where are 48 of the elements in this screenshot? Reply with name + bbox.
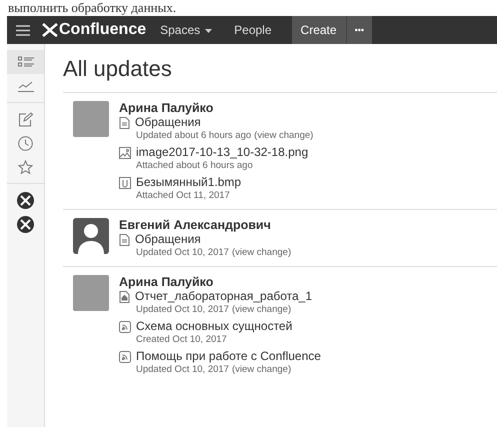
photo-placeholder bbox=[73, 101, 109, 137]
update-meta-text: Attached Oct 11, 2017 bbox=[136, 190, 230, 201]
space-logo-icon bbox=[17, 216, 34, 232]
blog-post-icon bbox=[119, 320, 131, 332]
author-name[interactable]: Арина Палуйко bbox=[119, 275, 321, 289]
page-icon bbox=[119, 116, 130, 128]
view-change-link[interactable]: (view change) bbox=[232, 364, 292, 375]
menu-icon[interactable] bbox=[16, 24, 30, 36]
page-icon bbox=[119, 234, 130, 246]
space-logo-icon bbox=[17, 192, 34, 208]
nav-link[interactable]: Spaces bbox=[160, 23, 212, 37]
logo-text[interactable]: Confluence bbox=[59, 21, 146, 39]
author-name[interactable]: Арина Палуйко bbox=[119, 101, 314, 115]
update-meta-text: Updated Oct 10, 2017 bbox=[136, 247, 229, 258]
content-title-link[interactable]: Помощь при работе с Confluence bbox=[136, 349, 321, 364]
nav-link[interactable]: People bbox=[234, 23, 272, 37]
update-meta-text: Updated about 6 hours ago bbox=[136, 130, 252, 141]
edit-icon bbox=[18, 112, 33, 126]
star-icon bbox=[18, 160, 33, 174]
blog-post-icon bbox=[119, 350, 131, 362]
home-page-icon bbox=[119, 290, 130, 302]
update-meta-text: Created Oct 10, 2017 bbox=[136, 334, 227, 345]
view-change-link[interactable]: (view change) bbox=[232, 247, 292, 258]
update-meta-text: Updated Oct 10, 2017 bbox=[136, 364, 229, 375]
update-meta-text: Updated Oct 10, 2017 bbox=[136, 304, 229, 315]
page-title: All updates bbox=[63, 56, 173, 82]
content-title-link[interactable]: Схема основных сущностей bbox=[136, 319, 292, 334]
trend-chart-icon bbox=[18, 80, 34, 92]
default-avatar-icon bbox=[73, 218, 109, 254]
image-file-icon bbox=[119, 146, 131, 158]
caret-icon bbox=[205, 28, 212, 33]
content-title-link[interactable]: Отчет_лабораторная_работа_1 bbox=[135, 289, 312, 304]
content-title-link[interactable]: Обращения bbox=[135, 115, 201, 130]
more-button[interactable]: ••• bbox=[346, 16, 372, 44]
update-meta-text: Attached about 6 hours ago bbox=[136, 160, 253, 171]
photo-placeholder bbox=[73, 275, 109, 311]
logo-icon[interactable] bbox=[42, 23, 58, 37]
clock-icon bbox=[18, 136, 33, 150]
view-change-link[interactable]: (view change) bbox=[254, 130, 314, 141]
view-change-link[interactable]: (view change) bbox=[232, 304, 292, 315]
content-title-link[interactable]: Безымянный1.bmp bbox=[136, 175, 242, 190]
document-text: выполнить обработку данных. bbox=[7, 0, 178, 16]
create-button[interactable]: Create bbox=[292, 16, 346, 44]
list-icon bbox=[18, 56, 34, 68]
author-name[interactable]: Евгений Александрович bbox=[119, 218, 292, 232]
content-title-link[interactable]: image2017-10-13_10-32-18.png bbox=[136, 145, 308, 160]
paperclip-icon bbox=[119, 176, 131, 188]
content-title-link[interactable]: Обращения bbox=[135, 232, 201, 247]
